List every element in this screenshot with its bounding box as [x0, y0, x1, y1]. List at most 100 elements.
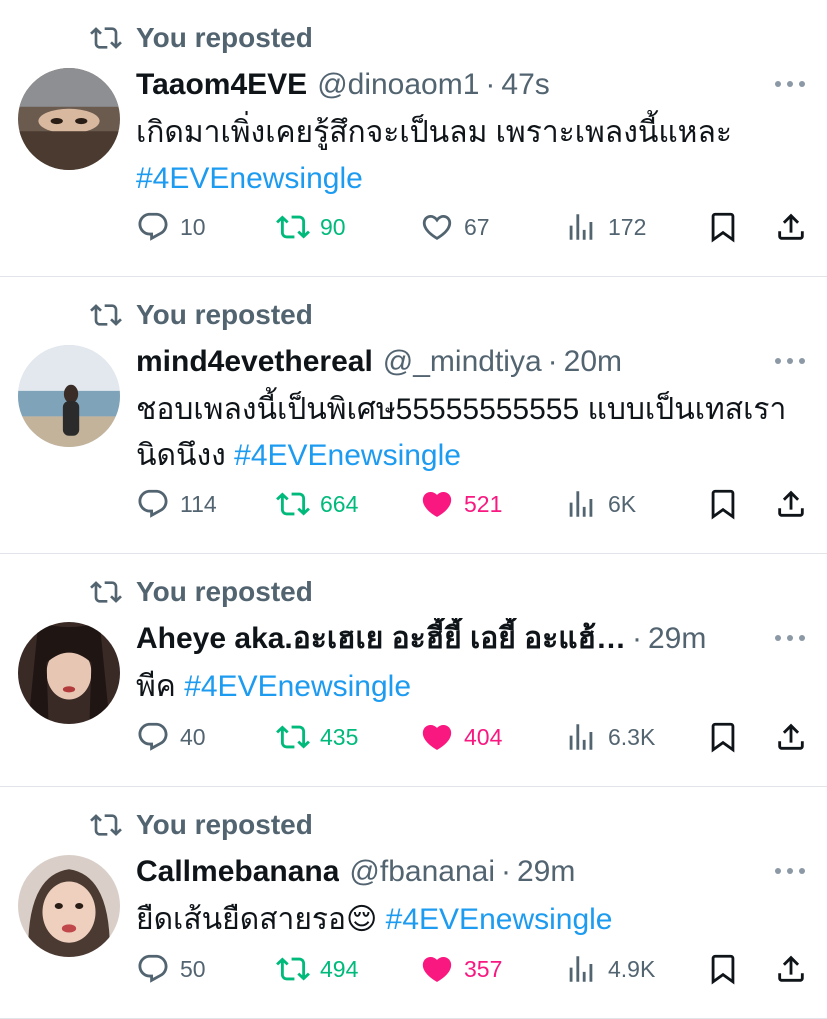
reply-icon: [136, 720, 170, 754]
more-icon[interactable]: [775, 861, 805, 881]
hashtag-link[interactable]: #4EVEnewsingle: [386, 903, 613, 936]
view-count: 6.3K: [608, 723, 656, 750]
reply-count: 10: [180, 213, 206, 240]
repost-label: You reposted: [136, 809, 313, 840]
repost-count: 494: [320, 955, 359, 982]
more-icon[interactable]: [775, 351, 805, 371]
repost-label: You reposted: [136, 576, 313, 607]
like-button[interactable]: 357: [420, 949, 502, 989]
like-count: 404: [464, 723, 503, 750]
views-button[interactable]: 6K: [564, 484, 636, 524]
user-handle[interactable]: @_mindtiya: [383, 341, 542, 383]
repost-icon: [90, 22, 122, 54]
tweet-header: Aheye aka.อะเฮเย อะฮี้ยี้ เอยี้ อะแฮ้… ·…: [136, 618, 757, 660]
share-icon: [774, 487, 808, 521]
reply-icon: [136, 952, 170, 986]
display-name[interactable]: Taaom4EVE: [136, 64, 307, 106]
timestamp[interactable]: 29m: [517, 851, 575, 893]
tweet[interactable]: You reposted mind4evethereal @_mindtiya …: [0, 277, 827, 554]
repost-button[interactable]: 494: [276, 949, 358, 989]
like-count: 67: [464, 213, 490, 240]
bookmark-button[interactable]: [706, 207, 740, 247]
reply-button[interactable]: 40: [136, 717, 206, 757]
share-button[interactable]: [774, 717, 808, 757]
tweet-text: ชอบเพลงนี้เป็นพิเศษ55555555555 แบบเป็นเท…: [136, 387, 807, 479]
bookmark-icon: [706, 952, 740, 986]
share-icon: [774, 210, 808, 244]
like-button[interactable]: 67: [420, 207, 490, 247]
tweet[interactable]: You reposted Taaom4EVE @dinoaom1 · 47s เ…: [0, 0, 827, 277]
like-button[interactable]: 404: [420, 717, 502, 757]
more-icon[interactable]: [775, 74, 805, 94]
display-name[interactable]: mind4evethereal: [136, 341, 373, 383]
display-name[interactable]: Callmebanana: [136, 851, 339, 893]
action-bar: 10 90 67 172: [136, 207, 807, 247]
repost-button[interactable]: 90: [276, 207, 346, 247]
share-button[interactable]: [774, 484, 808, 524]
repost-button[interactable]: 664: [276, 484, 358, 524]
user-handle[interactable]: @dinoaom1: [317, 64, 479, 106]
separator-dot: ·: [485, 68, 496, 101]
repost-icon: [90, 576, 122, 608]
repost-icon: [276, 487, 310, 521]
tweet-text: พีค #4EVEnewsingle: [136, 664, 807, 710]
tweet-body: เกิดมาเพิ่งเคยรู้สึกจะเป็นลม เพราะเพลงนี…: [136, 116, 732, 149]
hashtag-link[interactable]: #4EVEnewsingle: [234, 439, 461, 472]
like-count: 521: [464, 490, 503, 517]
repost-icon: [276, 952, 310, 986]
reply-button[interactable]: 114: [136, 484, 217, 524]
tweet[interactable]: You reposted Callmebanana @fbananai · 29…: [0, 787, 827, 1019]
more-icon[interactable]: [775, 628, 805, 648]
avatar[interactable]: [18, 68, 120, 170]
separator-dot: ·: [500, 855, 511, 888]
views-icon: [564, 210, 598, 244]
tweet-header: Callmebanana @fbananai · 29m: [136, 851, 757, 893]
like-button[interactable]: 521: [420, 484, 502, 524]
user-handle[interactable]: @fbananai: [349, 851, 495, 893]
tweet[interactable]: You reposted Aheye aka.อะเฮเย อะฮี้ยี้ เ…: [0, 554, 827, 787]
action-bar: 40 435 404 6.3K: [136, 717, 807, 757]
share-button[interactable]: [774, 949, 808, 989]
hashtag-link[interactable]: #4EVEnewsingle: [136, 162, 363, 195]
avatar[interactable]: [18, 855, 120, 957]
bookmark-button[interactable]: [706, 949, 740, 989]
like-icon: [420, 952, 454, 986]
tweet-body: พีค: [136, 670, 185, 703]
tweet-header: Taaom4EVE @dinoaom1 · 47s: [136, 64, 757, 106]
reply-icon: [136, 210, 170, 244]
views-button[interactable]: 172: [564, 207, 646, 247]
timestamp[interactable]: 20m: [564, 341, 622, 383]
timestamp[interactable]: 47s: [501, 64, 549, 106]
action-bar: 50 494 357 4.9K: [136, 949, 807, 989]
tweet-text: ยืดเส้นยืดสายรอ😌 #4EVEnewsingle: [136, 897, 807, 943]
repost-indicator: You reposted: [90, 809, 313, 841]
tweet-text: เกิดมาเพิ่งเคยรู้สึกจะเป็นลม เพราะเพลงนี…: [136, 110, 807, 202]
reply-button[interactable]: 10: [136, 207, 206, 247]
bookmark-button[interactable]: [706, 484, 740, 524]
repost-icon: [90, 809, 122, 841]
separator-dot: ·: [547, 345, 558, 378]
repost-icon: [90, 299, 122, 331]
share-button[interactable]: [774, 207, 808, 247]
bookmark-icon: [706, 210, 740, 244]
reply-button[interactable]: 50: [136, 949, 206, 989]
repost-indicator: You reposted: [90, 576, 313, 608]
reply-count: 40: [180, 723, 206, 750]
hashtag-link[interactable]: #4EVEnewsingle: [184, 670, 411, 703]
share-icon: [774, 952, 808, 986]
bookmark-button[interactable]: [706, 717, 740, 757]
bookmark-icon: [706, 487, 740, 521]
timestamp[interactable]: 29m: [648, 618, 706, 660]
like-icon: [420, 210, 454, 244]
view-count: 6K: [608, 490, 637, 517]
display-name[interactable]: Aheye aka.อะเฮเย อะฮี้ยี้ เอยี้ อะแฮ้…: [136, 618, 626, 660]
repost-button[interactable]: 435: [276, 717, 358, 757]
tweet-header: mind4evethereal @_mindtiya · 20m: [136, 341, 757, 383]
avatar[interactable]: [18, 622, 120, 724]
view-count: 4.9K: [608, 955, 656, 982]
views-button[interactable]: 4.9K: [564, 949, 655, 989]
action-bar: 114 664 521 6K: [136, 484, 807, 524]
repost-icon: [276, 720, 310, 754]
avatar[interactable]: [18, 345, 120, 447]
views-button[interactable]: 6.3K: [564, 717, 655, 757]
